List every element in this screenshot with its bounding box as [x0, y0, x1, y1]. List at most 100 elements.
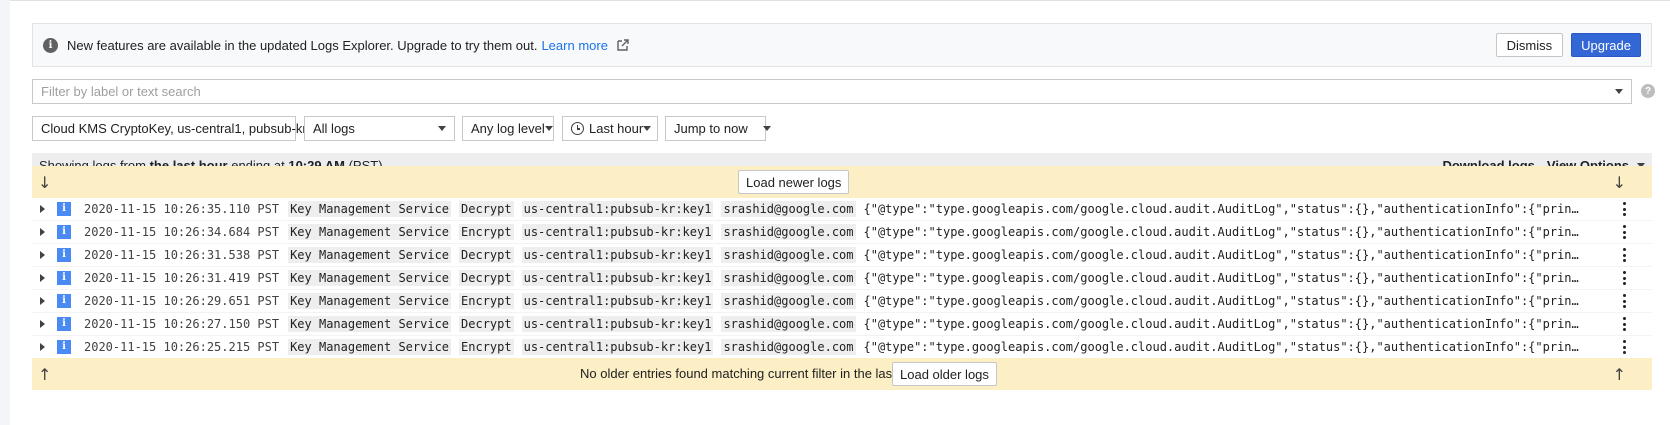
log-name-label: All logs: [313, 121, 355, 136]
clock-icon: [571, 122, 584, 135]
expand-triangle-icon[interactable]: [40, 342, 45, 351]
log-timestamp: 2020-11-15 10:26:31.538 PST: [84, 247, 280, 262]
chevron-down-icon: [643, 126, 652, 131]
log-entry-row[interactable]: i 2020-11-15 10:26:25.215 PST Key Manageme…: [32, 335, 1652, 359]
service-chip[interactable]: Key Management Service: [288, 200, 452, 217]
time-range-label: Last hour: [589, 121, 644, 136]
resource-chip[interactable]: us-central1:pubsub-kr:key1: [521, 200, 714, 217]
log-level-selector[interactable]: Any log level: [462, 116, 554, 141]
more-vert-icon[interactable]: [1623, 271, 1626, 285]
upgrade-banner: i New features are available in the upda…: [32, 23, 1652, 67]
log-timestamp: 2020-11-15 10:26:34.684 PST: [84, 224, 280, 239]
log-entry-row[interactable]: i 2020-11-15 10:26:29.651 PST Key Manageme…: [32, 289, 1652, 313]
expand-triangle-icon[interactable]: [40, 227, 45, 236]
log-entry-row[interactable]: i 2020-11-15 10:26:31.538 PST Key Manageme…: [32, 243, 1652, 267]
log-level-label: Any log level: [471, 121, 545, 136]
method-chip[interactable]: Encrypt: [459, 223, 514, 240]
filter-search-input[interactable]: Filter by label or text search: [32, 79, 1632, 104]
chevron-down-icon: [544, 126, 553, 131]
dismiss-button[interactable]: Dismiss: [1495, 33, 1564, 57]
log-timestamp: 2020-11-15 10:26:25.215 PST: [84, 339, 280, 354]
resource-chip[interactable]: us-central1:pubsub-kr:key1: [521, 269, 714, 286]
method-chip[interactable]: Decrypt: [459, 269, 514, 286]
expand-triangle-icon[interactable]: [40, 296, 45, 305]
resource-chip[interactable]: us-central1:pubsub-kr:key1: [521, 338, 714, 355]
service-chip[interactable]: Key Management Service: [288, 246, 452, 263]
arrow-up-icon[interactable]: ↑: [1613, 365, 1626, 384]
arrow-down-icon[interactable]: ↓: [1613, 173, 1626, 192]
resource-chip[interactable]: us-central1:pubsub-kr:key1: [521, 292, 714, 309]
resource-selector[interactable]: Cloud KMS CryptoKey, us-central1, pubsub…: [32, 116, 315, 141]
more-vert-icon[interactable]: [1623, 248, 1626, 262]
left-nav-edge: [0, 0, 10, 425]
info-severity-icon: i: [57, 201, 71, 216]
load-older-logs-button[interactable]: Load older logs: [892, 362, 997, 386]
expand-triangle-icon[interactable]: [40, 273, 45, 282]
more-vert-icon[interactable]: [1623, 294, 1626, 308]
service-chip[interactable]: Key Management Service: [288, 338, 452, 355]
principal-chip[interactable]: srashid@google.com: [721, 269, 856, 286]
log-entry-row[interactable]: i 2020-11-15 10:26:27.150 PST Key Manageme…: [32, 312, 1652, 336]
expand-triangle-icon[interactable]: [40, 250, 45, 259]
info-severity-icon: i: [57, 224, 71, 239]
learn-more-link[interactable]: Learn more: [541, 38, 607, 53]
method-chip[interactable]: Decrypt: [459, 200, 514, 217]
method-chip[interactable]: Decrypt: [459, 246, 514, 263]
resource-chip[interactable]: us-central1:pubsub-kr:key1: [521, 223, 714, 240]
resource-selector-label: Cloud KMS CryptoKey, us-central1, pubsub…: [41, 121, 307, 136]
arrow-down-icon[interactable]: ↓: [38, 173, 51, 192]
principal-chip[interactable]: srashid@google.com: [721, 200, 856, 217]
info-severity-icon: i: [57, 293, 71, 308]
log-payload: {"@type":"type.googleapis.com/google.clo…: [863, 316, 1584, 331]
time-range-selector[interactable]: Last hour: [562, 116, 658, 141]
log-name-selector[interactable]: All logs: [304, 116, 455, 141]
method-chip[interactable]: Decrypt: [459, 315, 514, 332]
load-newer-bar: ↓ Load newer logs ↓: [32, 166, 1652, 198]
info-severity-icon: i: [57, 316, 71, 331]
more-vert-icon[interactable]: [1623, 202, 1626, 216]
service-chip[interactable]: Key Management Service: [288, 292, 452, 309]
expand-triangle-icon[interactable]: [40, 319, 45, 328]
log-payload: {"@type":"type.googleapis.com/google.clo…: [863, 339, 1584, 354]
log-entry-row[interactable]: i 2020-11-15 10:26:34.684 PST Key Manageme…: [32, 220, 1652, 244]
log-payload: {"@type":"type.googleapis.com/google.clo…: [863, 247, 1584, 262]
principal-chip[interactable]: srashid@google.com: [721, 223, 856, 240]
service-chip[interactable]: Key Management Service: [288, 223, 452, 240]
filter-placeholder: Filter by label or text search: [41, 84, 201, 99]
more-vert-icon[interactable]: [1623, 317, 1626, 331]
load-older-bar: ↑ No older entries found matching curren…: [32, 358, 1652, 390]
info-severity-icon: i: [57, 339, 71, 354]
principal-chip[interactable]: srashid@google.com: [721, 246, 856, 263]
principal-chip[interactable]: srashid@google.com: [721, 338, 856, 355]
help-icon[interactable]: ?: [1641, 84, 1655, 98]
external-link-icon[interactable]: [616, 38, 630, 52]
chevron-down-icon[interactable]: [762, 126, 771, 131]
log-timestamp: 2020-11-15 10:26:35.110 PST: [84, 201, 280, 216]
log-payload: {"@type":"type.googleapis.com/google.clo…: [863, 270, 1584, 285]
log-timestamp: 2020-11-15 10:26:29.651 PST: [84, 293, 280, 308]
upgrade-button[interactable]: Upgrade: [1571, 33, 1641, 57]
log-timestamp: 2020-11-15 10:26:27.150 PST: [84, 316, 280, 331]
log-entry-row[interactable]: i 2020-11-15 10:26:31.419 PST Key Manageme…: [32, 266, 1652, 290]
log-entry-row[interactable]: i 2020-11-15 10:26:35.110 PST Key Manageme…: [32, 197, 1652, 221]
info-severity-icon: i: [57, 247, 71, 262]
resource-chip[interactable]: us-central1:pubsub-kr:key1: [521, 315, 714, 332]
principal-chip[interactable]: srashid@google.com: [721, 292, 856, 309]
resource-chip[interactable]: us-central1:pubsub-kr:key1: [521, 246, 714, 263]
more-vert-icon[interactable]: [1623, 340, 1626, 354]
method-chip[interactable]: Encrypt: [459, 292, 514, 309]
service-chip[interactable]: Key Management Service: [288, 315, 452, 332]
jump-to-now-split-button[interactable]: Jump to now: [665, 116, 771, 141]
log-payload: {"@type":"type.googleapis.com/google.clo…: [863, 224, 1584, 239]
log-timestamp: 2020-11-15 10:26:31.419 PST: [84, 270, 280, 285]
arrow-up-icon[interactable]: ↑: [38, 365, 51, 384]
method-chip[interactable]: Encrypt: [459, 338, 514, 355]
log-payload: {"@type":"type.googleapis.com/google.clo…: [863, 293, 1584, 308]
principal-chip[interactable]: srashid@google.com: [721, 315, 856, 332]
load-newer-logs-button[interactable]: Load newer logs: [738, 170, 850, 194]
chevron-down-icon[interactable]: [1615, 89, 1623, 94]
service-chip[interactable]: Key Management Service: [288, 269, 452, 286]
expand-triangle-icon[interactable]: [40, 204, 45, 213]
jump-to-now-button[interactable]: Jump to now: [674, 121, 748, 136]
more-vert-icon[interactable]: [1623, 225, 1626, 239]
